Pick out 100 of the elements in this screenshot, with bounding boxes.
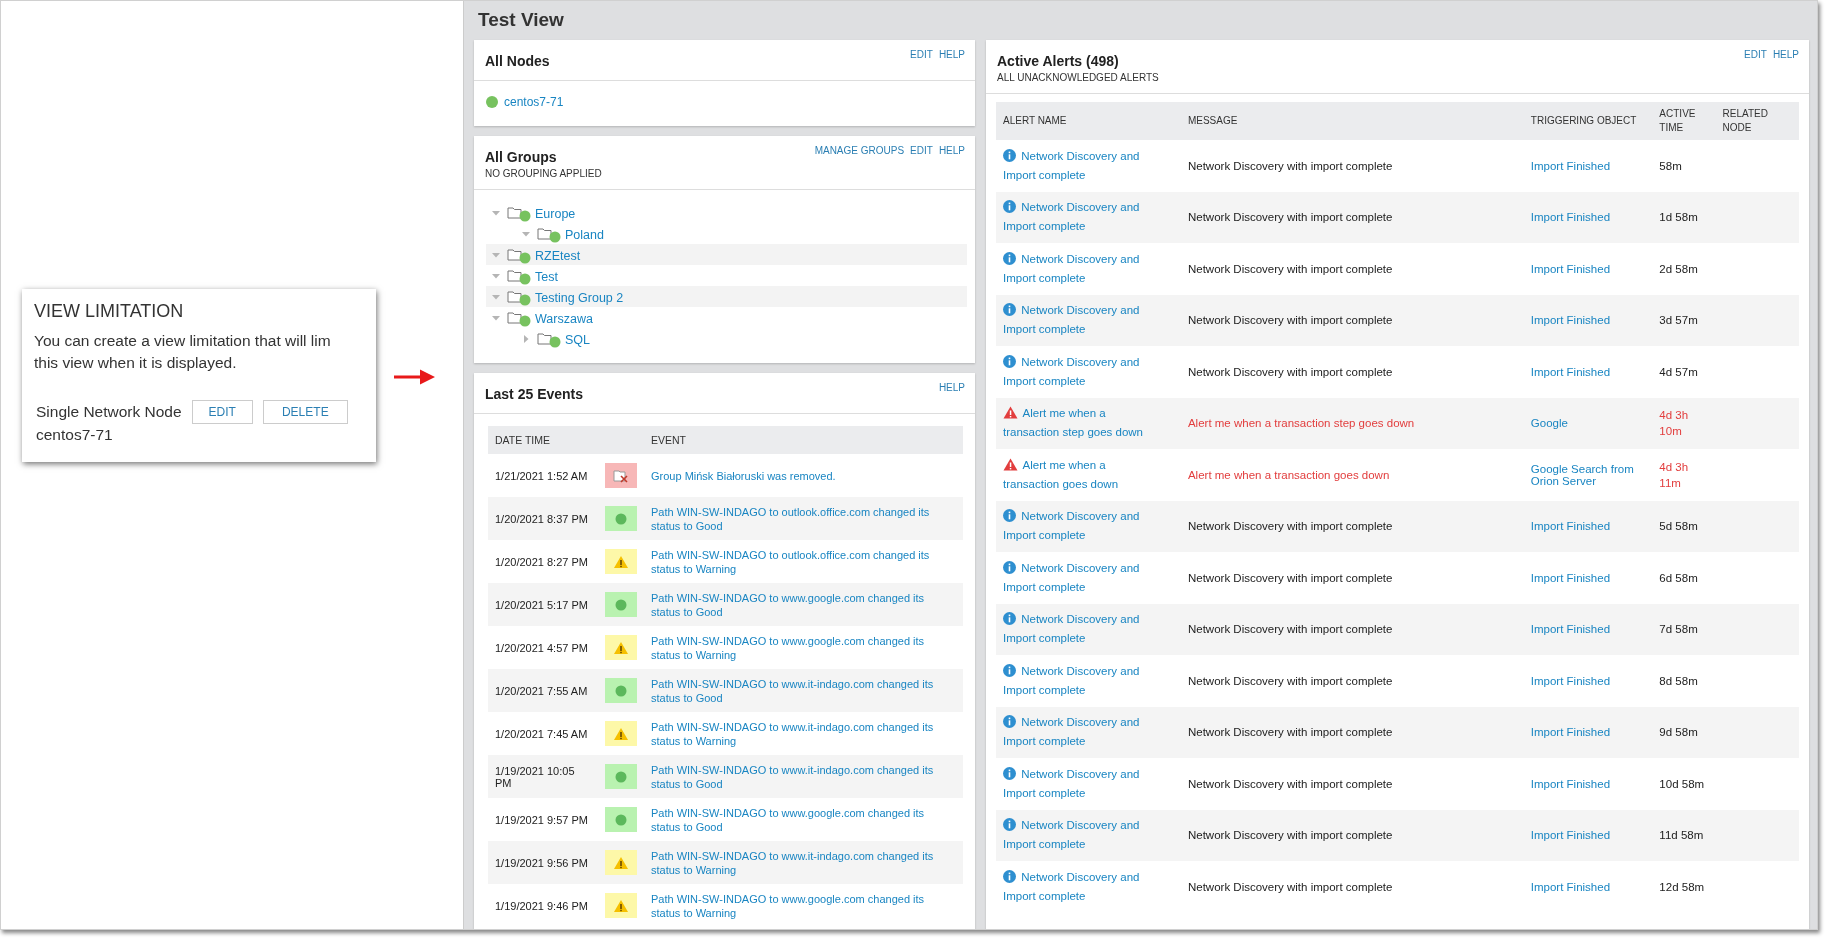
event-link[interactable]: Path WIN-SW-INDAGO to outlook.office.com changed its status to Good bbox=[651, 504, 956, 533]
group-link[interactable]: SQL bbox=[565, 333, 590, 347]
triggering-object-link[interactable]: Import Finished bbox=[1530, 262, 1646, 275]
group-link[interactable]: Europe bbox=[535, 207, 576, 221]
event-link[interactable]: Path WIN-SW-INDAGO to www.google.com changed its status to Good bbox=[651, 590, 956, 619]
event-link[interactable]: Path WIN-SW-INDAGO to outlook.office.com changed its status to Warning bbox=[651, 547, 956, 576]
page-title: Test View bbox=[477, 8, 565, 32]
table-cell: 10d 58m bbox=[1652, 758, 1716, 810]
table-cell: 1/19/2021 10:05 PM bbox=[488, 755, 598, 798]
popup-title: VIEW LIMITATION bbox=[34, 301, 185, 322]
triggering-object-link[interactable]: Import Finished bbox=[1530, 726, 1646, 739]
table-cell: 5d 58m bbox=[1652, 500, 1716, 552]
alert-name-link[interactable]: Network Discovery and Import complete bbox=[1003, 764, 1174, 803]
alert-name-link[interactable]: Network Discovery and Import complete bbox=[1003, 867, 1174, 906]
alert-name-link[interactable]: Network Discovery and Import complete bbox=[1003, 816, 1174, 855]
panel-action-link[interactable]: HELP bbox=[938, 49, 965, 70]
triggering-object-link[interactable]: Import Finished bbox=[1530, 829, 1646, 842]
alert-name-link[interactable]: Network Discovery and Import complete bbox=[1003, 610, 1174, 649]
table-cell: 7d 58m bbox=[1652, 603, 1716, 655]
panel-subtitle: ALL UNACKNOWLEDGED ALERTS bbox=[997, 72, 1159, 83]
event-link[interactable]: Path WIN-SW-INDAGO to www.google.com changed its status to Warning bbox=[651, 633, 956, 662]
column-header: RELATED NODE bbox=[1715, 102, 1799, 140]
alert-name-link[interactable]: Alert me when a transaction step goes down bbox=[1003, 404, 1174, 443]
triggering-object-link[interactable]: Import Finished bbox=[1530, 623, 1646, 636]
alert-name-link[interactable]: Network Discovery and Import complete bbox=[1003, 507, 1174, 546]
column-header: DATE TIME bbox=[488, 426, 644, 454]
alert-name-link[interactable]: Network Discovery and Import complete bbox=[1003, 301, 1174, 340]
panel-action-link[interactable]: EDIT bbox=[1744, 49, 1767, 83]
event-link[interactable]: Path WIN-SW-INDAGO to www.it-indago.com changed its status to Warning bbox=[651, 848, 956, 877]
edit-button[interactable]: EDIT bbox=[191, 400, 253, 424]
group-link[interactable]: Test bbox=[535, 270, 558, 284]
triggering-object-link[interactable]: Google bbox=[1530, 417, 1646, 430]
triggering-object-link[interactable]: Import Finished bbox=[1530, 674, 1646, 687]
event-link[interactable]: Path WIN-SW-INDAGO to www.it-indago.com changed its status to Good bbox=[651, 762, 956, 791]
table-cell: 58m bbox=[1652, 140, 1716, 192]
alert-name-link[interactable]: Alert me when a transaction goes down bbox=[1003, 455, 1174, 494]
triggering-object-link[interactable]: Import Finished bbox=[1530, 211, 1646, 224]
triggering-object-link[interactable]: Import Finished bbox=[1530, 880, 1646, 893]
panel-title: Last 25 Events bbox=[485, 386, 584, 402]
table-cell: 4d 3h 10m bbox=[1652, 397, 1716, 449]
event-link[interactable]: Path WIN-SW-INDAGO to www.it-indago.com changed its status to Warning bbox=[651, 719, 956, 748]
event-link[interactable]: Group Mińsk Białoruski was removed. bbox=[651, 468, 956, 483]
alert-name-link[interactable]: Network Discovery and Import complete bbox=[1003, 249, 1174, 288]
node-link[interactable]: centos7-71 bbox=[504, 95, 564, 109]
triggering-object-link[interactable]: Import Finished bbox=[1530, 365, 1646, 378]
panel-subtitle: NO GROUPING APPLIED bbox=[485, 168, 602, 179]
table-cell: 1/20/2021 5:17 PM bbox=[488, 583, 598, 626]
table-cell: 1/20/2021 7:55 AM bbox=[488, 669, 598, 712]
group-link[interactable]: Testing Group 2 bbox=[535, 291, 624, 305]
alert-name-link[interactable]: Network Discovery and Import complete bbox=[1003, 661, 1174, 700]
table-cell: Network Discovery with import complete bbox=[1180, 500, 1524, 552]
table-cell: 11d 58m bbox=[1652, 809, 1716, 861]
alert-name-link[interactable]: Network Discovery and Import complete bbox=[1003, 558, 1174, 597]
event-link[interactable]: Path WIN-SW-INDAGO to www.google.com changed its status to Warning bbox=[651, 891, 956, 920]
table-cell: 9d 58m bbox=[1652, 706, 1716, 758]
alert-name-link[interactable]: Network Discovery and Import complete bbox=[1003, 146, 1174, 185]
column-header: ACTIVE TIME bbox=[1652, 102, 1716, 140]
table-cell: 1/20/2021 7:45 AM bbox=[488, 712, 598, 755]
column-header: MESSAGE bbox=[1180, 102, 1524, 140]
table-cell: Network Discovery with import complete bbox=[1180, 346, 1524, 398]
triggering-object-link[interactable]: Import Finished bbox=[1530, 571, 1646, 584]
triggering-object-link[interactable]: Import Finished bbox=[1530, 777, 1646, 790]
table-cell: 3d 57m bbox=[1652, 294, 1716, 346]
delete-button[interactable]: DELETE bbox=[262, 400, 348, 424]
triggering-object-link[interactable]: Import Finished bbox=[1530, 314, 1646, 327]
group-link[interactable]: Warszawa bbox=[535, 312, 593, 326]
triggering-object-link[interactable]: Import Finished bbox=[1530, 520, 1646, 533]
triggering-object-link[interactable]: Import Finished bbox=[1530, 159, 1646, 172]
alert-name-link[interactable]: Network Discovery and Import complete bbox=[1003, 352, 1174, 391]
table-cell: 4d 3h 11m bbox=[1652, 449, 1716, 501]
table-cell: Network Discovery with import complete bbox=[1180, 655, 1524, 707]
table-cell: 1d 58m bbox=[1652, 191, 1716, 243]
alert-name-link[interactable]: Network Discovery and Import complete bbox=[1003, 713, 1174, 752]
triggering-object-link[interactable]: Google Search from Orion Server bbox=[1530, 462, 1646, 487]
panel-action-link[interactable]: EDIT bbox=[910, 145, 933, 179]
panel-action-link[interactable]: EDIT bbox=[910, 49, 933, 70]
panel-action-link[interactable]: HELP bbox=[938, 382, 965, 403]
group-link[interactable]: RZEtest bbox=[535, 249, 581, 263]
panel-action-link[interactable]: HELP bbox=[938, 145, 965, 179]
table-cell: Alert me when a transaction step goes down bbox=[1180, 397, 1524, 449]
table-cell: 12d 58m bbox=[1652, 861, 1716, 913]
table-cell: Network Discovery with import complete bbox=[1180, 140, 1524, 192]
popup-description: You can create a view limitation that will lim this view when it is displayed. bbox=[34, 331, 332, 373]
event-link[interactable]: Path WIN-SW-INDAGO to www.it-indago.com changed its status to Good bbox=[651, 676, 956, 705]
column-header: EVENT bbox=[644, 426, 963, 454]
table-cell: Network Discovery with import complete bbox=[1180, 243, 1524, 295]
panel-action-link[interactable]: MANAGE GROUPS bbox=[814, 145, 905, 179]
group-link[interactable]: Poland bbox=[565, 228, 604, 242]
panel-action-link[interactable]: HELP bbox=[1772, 49, 1799, 83]
table-cell: Network Discovery with import complete bbox=[1180, 758, 1524, 810]
alert-name-link[interactable]: Network Discovery and Import complete bbox=[1003, 198, 1174, 237]
event-link[interactable]: Path WIN-SW-INDAGO to www.google.com changed its status to Good bbox=[651, 805, 956, 834]
panel-title: Active Alerts (498) bbox=[997, 53, 1120, 69]
column-header: TRIGGERING OBJECT bbox=[1523, 102, 1653, 140]
table-cell: 1/19/2021 9:46 PM bbox=[488, 884, 598, 927]
table-cell: Network Discovery with import complete bbox=[1180, 552, 1524, 604]
table-cell: 1/21/2021 1:52 AM bbox=[488, 454, 598, 497]
caret-right-icon[interactable] bbox=[521, 333, 531, 344]
table-cell: Network Discovery with import complete bbox=[1180, 706, 1524, 758]
column-header: ALERT NAME bbox=[996, 102, 1181, 140]
